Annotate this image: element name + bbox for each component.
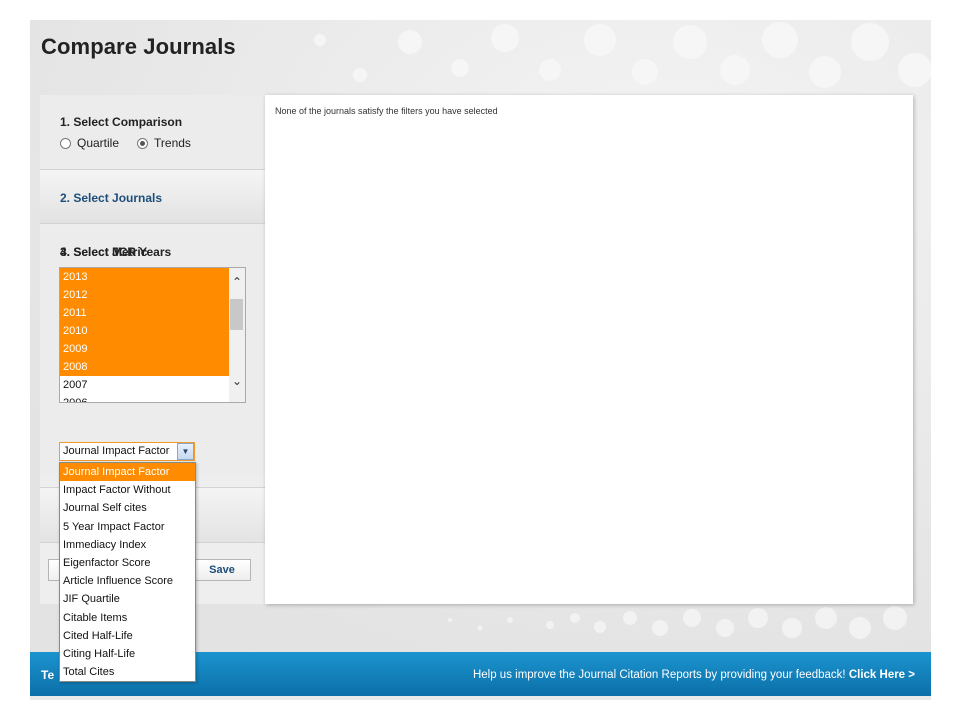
metric-option[interactable]: Citable Items: [60, 609, 195, 627]
select-comparison-section: 1. Select Comparison Quartile Trends: [40, 95, 265, 170]
page-title: Compare Journals: [41, 34, 236, 59]
year-option[interactable]: 2011: [60, 304, 230, 322]
year-option[interactable]: 2013: [60, 268, 230, 286]
quartile-radio[interactable]: [60, 137, 71, 149]
metric-option[interactable]: Impact Factor Without: [60, 481, 195, 499]
year-option[interactable]: 2006: [60, 394, 230, 402]
years-scrollbar[interactable]: ⌃ ⌄: [229, 268, 245, 402]
metric-dropdown-list[interactable]: Journal Impact Factor Impact Factor With…: [59, 462, 196, 682]
select-metric-title: 4. Select Metric: [60, 245, 148, 259]
metric-select[interactable]: Journal Impact Factor: [59, 442, 195, 461]
metric-option[interactable]: Journal Self cites: [60, 499, 195, 517]
year-option[interactable]: 2012: [60, 286, 230, 304]
chevron-down-icon[interactable]: ⌄: [232, 375, 242, 387]
comparison-radio-group: Quartile Trends: [60, 136, 209, 150]
chevron-down-icon[interactable]: ▼: [177, 443, 194, 460]
select-journals-title[interactable]: 2. Select Journals: [60, 191, 162, 205]
metric-option[interactable]: Total Cites: [60, 663, 195, 681]
metric-option[interactable]: Eigenfactor Score: [60, 554, 195, 572]
metric-option[interactable]: Citing Half-Life: [60, 645, 195, 663]
trends-radio[interactable]: [137, 137, 149, 149]
metric-option[interactable]: JIF Quartile: [60, 590, 195, 608]
year-option[interactable]: 2009: [60, 340, 230, 358]
year-option[interactable]: 2007: [60, 376, 230, 394]
metric-option[interactable]: Journal Impact Factor: [60, 463, 195, 482]
metric-option[interactable]: Article Influence Score: [60, 572, 195, 590]
results-panel: None of the journals satisfy the filters…: [265, 95, 913, 604]
metric-option[interactable]: Cited Half-Life: [60, 627, 195, 645]
jcr-years-and-metric-section: 3. Select JCR Years 2013 2012 2011 2010 …: [40, 225, 265, 475]
select-comparison-title: 1. Select Comparison: [60, 115, 183, 129]
metric-option[interactable]: 5 Year Impact Factor: [60, 518, 195, 536]
save-button[interactable]: Save: [193, 559, 251, 581]
trends-radio-label[interactable]: Trends: [154, 136, 191, 150]
years-scrollbar-thumb[interactable]: [230, 299, 243, 330]
feedback-message: Help us improve the Journal Citation Rep…: [473, 669, 915, 681]
year-option[interactable]: 2008: [60, 358, 230, 376]
select-journals-section[interactable]: 2. Select Journals: [40, 170, 265, 224]
footer-left-text: Te: [41, 668, 55, 682]
no-results-message: None of the journals satisfy the filters…: [275, 106, 498, 116]
feedback-text: Help us improve the Journal Citation Rep…: [472, 669, 849, 681]
jcr-years-listbox[interactable]: 2013 2012 2011 2010 2009 2008 2007 2006 …: [59, 267, 246, 403]
year-option[interactable]: 2010: [60, 322, 230, 340]
feedback-click-here-link[interactable]: Click Here >: [849, 669, 915, 681]
chevron-up-icon[interactable]: ⌃: [232, 276, 242, 288]
metric-option[interactable]: Immediacy Index: [60, 536, 195, 554]
quartile-radio-label[interactable]: Quartile: [77, 136, 119, 150]
